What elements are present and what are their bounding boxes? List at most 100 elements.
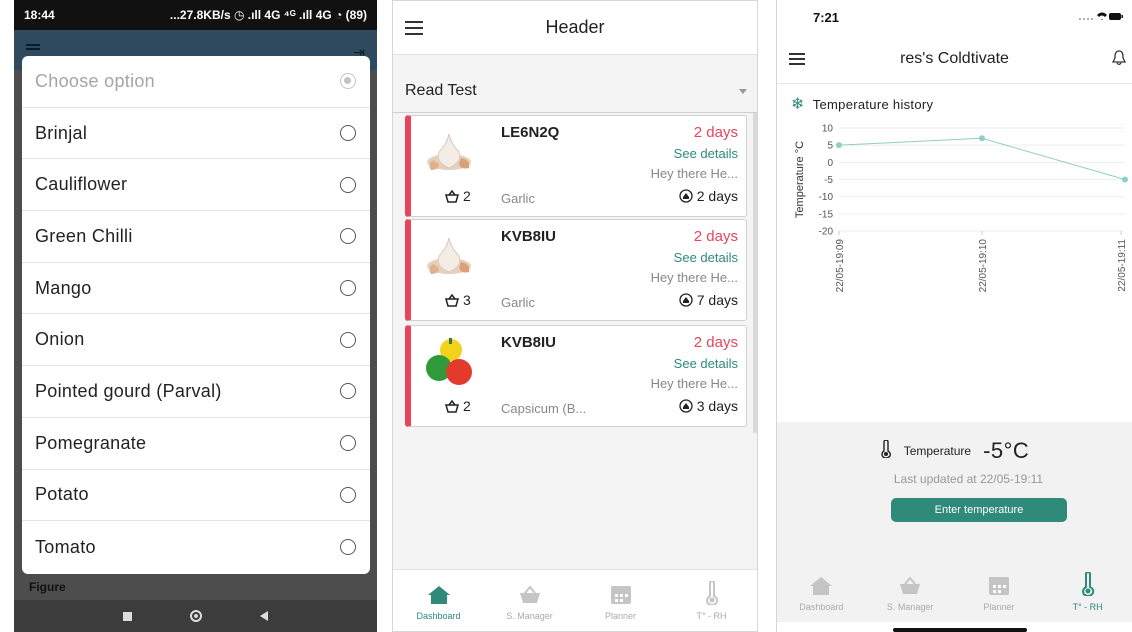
tab-t-rh[interactable]: T° - RH: [1043, 560, 1132, 622]
thermometer-icon: [705, 579, 719, 607]
y-tick-label: 0: [827, 158, 833, 169]
see-details-link[interactable]: See details: [674, 146, 738, 161]
radio-button-icon[interactable]: [340, 125, 356, 142]
calendar-icon: [988, 574, 1010, 598]
quantity-value: 3: [463, 292, 471, 308]
tab-dashboard[interactable]: Dashboard: [777, 560, 866, 622]
option-row[interactable]: Potato: [22, 470, 370, 522]
option-label: Cauliflower: [35, 174, 128, 195]
option-label: Pomegranate: [35, 432, 147, 453]
status-indicators: [1078, 10, 1124, 25]
scrollbar[interactable]: [753, 113, 757, 433]
radio-button-icon[interactable]: [340, 383, 356, 400]
radio-button-icon[interactable]: [340, 331, 356, 348]
quantity: 3: [445, 292, 471, 308]
due-days: 2 days: [693, 228, 738, 245]
see-details-link[interactable]: See details: [674, 250, 738, 265]
enter-temperature-button[interactable]: Enter temperature: [891, 498, 1067, 522]
y-axis-label: Temperature °C: [794, 141, 806, 218]
home-icon: [809, 576, 833, 598]
y-tick-label: -20: [819, 227, 834, 238]
header-title: Header: [545, 17, 605, 37]
data-point: [979, 135, 985, 142]
tab-dashboard[interactable]: Dashboard: [393, 570, 484, 631]
radio-button-icon[interactable]: [340, 539, 356, 556]
snowflake-icon: ❄: [791, 96, 805, 113]
crate-card[interactable]: KVB8IU 2 days See details Hey there He..…: [405, 325, 747, 427]
app-header: Header: [393, 1, 757, 55]
tab-label: Dashboard: [799, 602, 844, 612]
capsicum-icon: [421, 334, 477, 390]
menu-icon[interactable]: [405, 27, 423, 29]
tab-planner[interactable]: Planner: [575, 570, 666, 631]
thermometer-icon: [1081, 570, 1095, 598]
menu-icon[interactable]: [789, 58, 805, 60]
crate-code: LE6N2Q: [501, 124, 560, 141]
y-tick-label: 10: [822, 124, 834, 135]
header-title: res's Coldtivate: [900, 49, 1009, 67]
tab-label: Planner: [604, 611, 637, 621]
crate-card[interactable]: LE6N2Q 2 days See details Hey there He..…: [405, 115, 747, 217]
tab-label: T° - RH: [696, 611, 727, 621]
garlic-icon: [421, 228, 477, 284]
basket-icon: [518, 585, 542, 607]
tab-s-manager[interactable]: S. Manager: [484, 570, 575, 631]
menu-icon[interactable]: [26, 48, 40, 50]
see-details-link[interactable]: See details: [674, 356, 738, 371]
tab-s-manager[interactable]: S. Manager: [866, 560, 955, 622]
x-tick-label: 22/05-19:09: [835, 239, 846, 293]
phone-choose-option-screen: 18:44 ...27.8KB/s ◷ .ıll 4G ⁴ᴳ .ıll 4G ◔…: [14, 0, 377, 632]
temperature-history-chart: 10 5 0 -5 -10 -15 -20 Temperature °C 22/05-19:09…: [794, 124, 1128, 293]
option-row[interactable]: Mango: [22, 263, 370, 315]
option-row[interactable]: Tomato: [22, 521, 370, 573]
status-time: 7:21: [813, 9, 840, 25]
bell-icon[interactable]: [1111, 50, 1127, 71]
option-row[interactable]: Green Chilli: [22, 211, 370, 263]
option-label: Mango: [35, 277, 92, 298]
recents-icon[interactable]: [123, 611, 132, 621]
option-label: Potato: [35, 484, 89, 505]
option-label: Brinjal: [35, 122, 88, 143]
cooling-unit-select[interactable]: Read Test: [393, 55, 757, 113]
quantity-value: 2: [463, 188, 471, 204]
tab-label: S. Manager: [506, 611, 553, 621]
crate-code: KVB8IU: [501, 228, 557, 245]
radio-button-icon[interactable]: [340, 176, 356, 193]
data-point: [836, 142, 842, 149]
crate-icon: [445, 293, 459, 307]
data-point: [1122, 176, 1128, 183]
radio-selected-icon: [340, 73, 356, 90]
option-row[interactable]: Brinjal: [22, 108, 370, 160]
home-indicator[interactable]: [893, 628, 1027, 632]
product-name: Garlic: [501, 295, 535, 310]
radio-button-icon[interactable]: [340, 280, 356, 297]
crate-card[interactable]: KVB8IU 2 days See details Hey there He..…: [405, 219, 747, 321]
y-tick-label: -5: [824, 175, 833, 186]
bottom-tab-bar: Dashboard S. Manager Planner T° - RH: [393, 569, 757, 631]
storage-days: 2 days: [696, 188, 738, 204]
radio-button-icon[interactable]: [340, 228, 356, 245]
status-bar: 7:21: [777, 0, 1132, 34]
option-row[interactable]: Cauliflower: [22, 159, 370, 212]
option-row[interactable]: Onion: [22, 314, 370, 367]
radio-button-icon[interactable]: [340, 486, 356, 503]
signal-wifi-battery-icon: [1079, 12, 1123, 20]
option-row[interactable]: Pomegranate: [22, 418, 370, 470]
calendar-icon: [610, 583, 632, 607]
storage-duration: 2 days: [679, 188, 738, 204]
app-header: res's Coldtivate: [777, 34, 1132, 84]
basket-icon: [898, 576, 922, 598]
radio-button-icon[interactable]: [340, 435, 356, 452]
chevron-down-icon: [739, 89, 747, 94]
home-button-icon[interactable]: [190, 610, 202, 622]
status-time: 18:44: [24, 8, 55, 22]
message-preview: Hey there He...: [650, 166, 738, 181]
home-icon: [427, 585, 451, 607]
tab-t-rh[interactable]: T° - RH: [666, 570, 757, 631]
option-row[interactable]: Pointed gourd (Parval): [22, 366, 370, 418]
tab-planner[interactable]: Planner: [955, 560, 1044, 622]
status-bar: 18:44 ...27.8KB/s ◷ .ıll 4G ⁴ᴳ .ıll 4G ◔…: [14, 0, 377, 30]
crate-code: KVB8IU: [501, 334, 557, 351]
due-days: 2 days: [693, 124, 738, 141]
back-icon[interactable]: [260, 611, 268, 621]
